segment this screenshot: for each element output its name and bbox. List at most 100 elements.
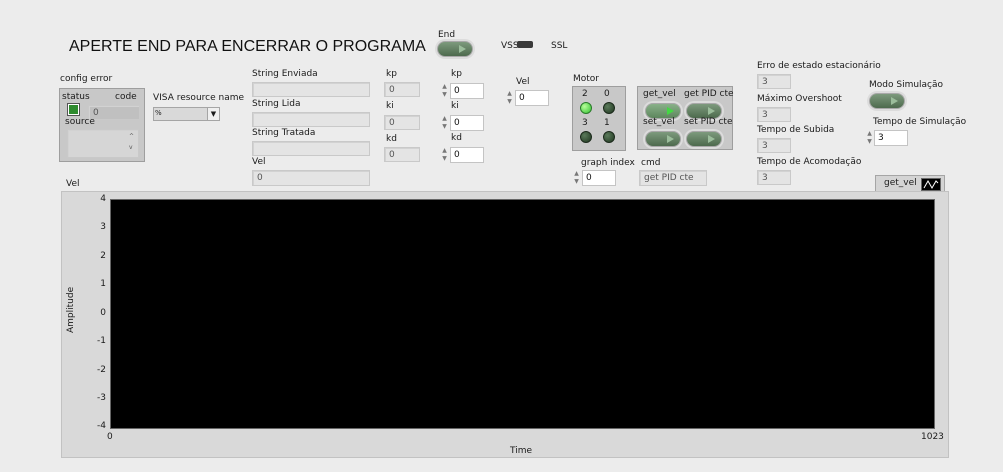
kp-indicator: 0 — [384, 82, 420, 97]
ki-control[interactable]: 0 — [450, 115, 484, 131]
visa-prefix: % — [155, 109, 162, 117]
string-enviada-label: String Enviada — [252, 69, 318, 79]
string-tratada-indicator — [252, 141, 370, 156]
vel-control[interactable]: 0 — [515, 90, 549, 106]
kp-indicator-label: kp — [386, 69, 397, 79]
set-vel-button[interactable] — [645, 131, 681, 147]
kd-control-label: kd — [451, 133, 462, 143]
visa-resource-select[interactable]: % ▼ — [153, 107, 220, 121]
y-tick: 0 — [100, 308, 106, 318]
motor-cluster — [572, 86, 626, 151]
ssl-label: SSL — [551, 41, 568, 51]
page-title: APERTE END PARA ENCERRAR O PROGRAMA — [69, 38, 426, 55]
kd-spinner-icon[interactable]: ▲ ▼ — [441, 147, 448, 163]
kd-indicator-label: kd — [386, 134, 397, 144]
subida-value: 3 — [762, 141, 768, 151]
erro-indicator: 3 — [757, 74, 791, 89]
tempo-simulacao-control[interactable]: 3 — [874, 130, 908, 146]
motor-led-label-1: 1 — [604, 118, 610, 128]
motor-led-label-0: 0 — [604, 89, 610, 99]
x-axis-label: Time — [510, 446, 533, 456]
code-indicator: 0 — [88, 105, 140, 120]
vss-label: VSS — [501, 41, 519, 51]
ki-indicator-value: 0 — [389, 118, 395, 128]
config-error-label: config error — [60, 74, 113, 84]
y-tick: -3 — [97, 393, 106, 403]
subida-label: Tempo de Subida — [757, 125, 835, 135]
y-axis-label: Amplitude — [66, 286, 76, 333]
code-label: code — [115, 92, 137, 102]
vel-indicator-label: Vel — [252, 157, 266, 167]
set-pid-label: set PID cte — [684, 117, 733, 127]
overshoot-label: Máximo Overshoot — [757, 94, 842, 104]
acomodacao-value: 3 — [762, 173, 768, 183]
string-enviada-indicator — [252, 82, 370, 97]
status-label: status — [62, 92, 90, 102]
ki-indicator: 0 — [384, 115, 420, 130]
ki-indicator-label: ki — [386, 101, 394, 111]
graph-index-value: 0 — [586, 173, 592, 183]
vel-indicator-value: 0 — [257, 173, 263, 183]
source-label: source — [65, 117, 95, 127]
erro-label: Erro de estado estacionário — [757, 61, 881, 71]
ki-control-value: 0 — [454, 118, 460, 128]
ki-spinner-icon[interactable]: ▲ ▼ — [441, 115, 448, 131]
vel-spinner-icon[interactable]: ▲ ▼ — [506, 90, 513, 106]
set-pid-button[interactable] — [686, 131, 722, 147]
plot-legend[interactable]: get_vel — [875, 175, 945, 192]
motor-led-label-3: 3 — [582, 118, 588, 128]
plot-style-icon[interactable] — [921, 178, 941, 191]
motor-led-0 — [603, 102, 615, 114]
y-tick: 1 — [100, 279, 106, 289]
overshoot-indicator: 3 — [757, 107, 791, 122]
get-pid-label: get PID cte — [684, 89, 734, 99]
kp-control[interactable]: 0 — [450, 83, 484, 99]
vss-ssl-switch[interactable] — [517, 41, 533, 48]
source-scroll-icon[interactable]: ^ v — [129, 131, 134, 153]
end-button-label: End — [438, 30, 456, 40]
get-vel-label: get_vel — [643, 89, 676, 99]
chevron-down-icon[interactable]: ▼ — [207, 108, 219, 120]
kd-indicator: 0 — [384, 147, 420, 162]
waveform-icon — [923, 179, 939, 190]
ki-control-label: ki — [451, 101, 459, 111]
kd-indicator-value: 0 — [389, 150, 395, 160]
x-tick-min: 0 — [107, 432, 113, 442]
motor-label: Motor — [573, 74, 600, 84]
kd-control[interactable]: 0 — [450, 147, 484, 163]
tempo-simulacao-spinner-icon[interactable]: ▲ ▼ — [866, 130, 873, 146]
modo-simulacao-button[interactable] — [869, 93, 905, 109]
y-tick: 4 — [100, 194, 106, 204]
overshoot-value: 3 — [762, 110, 768, 120]
kp-spinner-icon[interactable]: ▲ ▼ — [441, 83, 448, 99]
subida-indicator: 3 — [757, 138, 791, 153]
y-tick: -2 — [97, 365, 106, 375]
kp-control-label: kp — [451, 69, 462, 79]
plot-area[interactable] — [110, 199, 935, 429]
graph-label: Vel — [66, 179, 80, 189]
string-tratada-label: String Tratada — [252, 128, 316, 138]
status-checkbox[interactable] — [68, 104, 79, 115]
modo-simulacao-label: Modo Simulação — [869, 80, 944, 90]
acomodacao-indicator: 3 — [757, 170, 791, 185]
tempo-simulacao-value: 3 — [878, 133, 884, 143]
y-tick: 2 — [100, 251, 106, 261]
graph-index-control[interactable]: 0 — [582, 170, 616, 186]
string-lida-label: String Lida — [252, 99, 301, 109]
end-button[interactable] — [437, 41, 473, 57]
kp-indicator-value: 0 — [389, 85, 395, 95]
string-lida-indicator — [252, 112, 370, 127]
motor-led-1 — [603, 131, 615, 143]
cmd-value: get PID cte — [644, 173, 694, 183]
y-tick: -4 — [97, 421, 106, 431]
graph-index-spinner-icon[interactable]: ▲ ▼ — [573, 170, 580, 186]
kd-control-value: 0 — [454, 150, 460, 160]
kp-control-value: 0 — [454, 86, 460, 96]
visa-label: VISA resource name — [153, 93, 245, 103]
vel-indicator: 0 — [252, 170, 370, 186]
motor-led-label-2: 2 — [582, 89, 588, 99]
cmd-label: cmd — [641, 158, 661, 168]
vel-control-label: Vel — [516, 77, 530, 87]
set-vel-label: set_vel — [643, 117, 675, 127]
erro-value: 3 — [762, 77, 768, 87]
